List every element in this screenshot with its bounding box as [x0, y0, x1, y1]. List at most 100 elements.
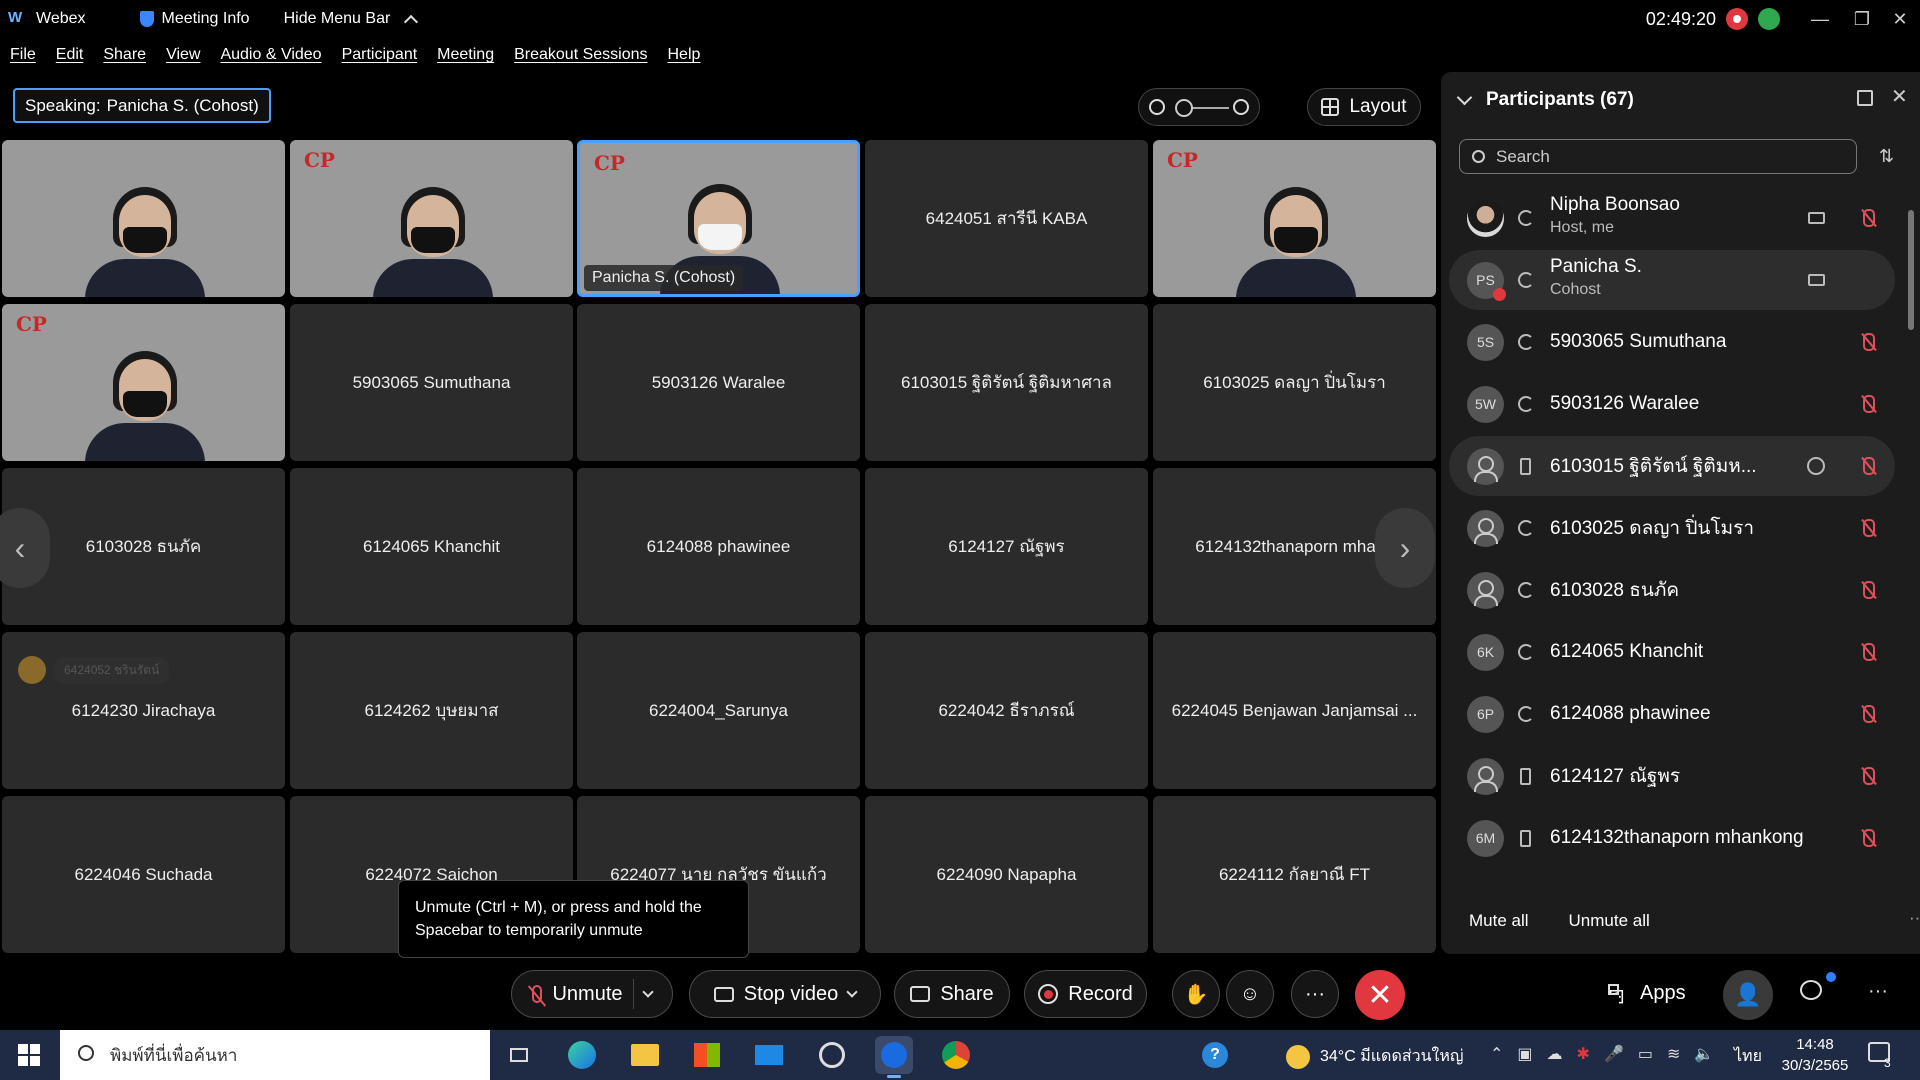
- stop-video-button[interactable]: Stop video: [689, 970, 881, 1018]
- video-tile[interactable]: 6124065 Khanchit: [290, 468, 573, 625]
- webex-taskbar-icon[interactable]: [875, 1036, 913, 1078]
- minimize-icon[interactable]: —: [1800, 0, 1840, 38]
- network-health-icon[interactable]: [1758, 8, 1780, 30]
- chevron-up-icon[interactable]: ⌃: [1490, 1044, 1503, 1064]
- mic-muted-icon[interactable]: [1861, 394, 1877, 414]
- participant-row[interactable]: Nipha Boonsao Host, me: [1449, 188, 1895, 248]
- mic-muted-icon[interactable]: [1861, 208, 1877, 228]
- mic-muted-icon[interactable]: [1861, 518, 1877, 538]
- participant-row[interactable]: PS Panicha S. Cohost: [1449, 250, 1895, 310]
- zoom-out-icon[interactable]: [1149, 99, 1165, 115]
- more-button[interactable]: ···: [1291, 970, 1339, 1018]
- battery-icon[interactable]: ▭: [1638, 1044, 1653, 1064]
- menu-audio-video[interactable]: Audio & Video: [220, 46, 321, 64]
- video-tile[interactable]: 6124262 บุษยมาส: [290, 632, 573, 789]
- video-tile[interactable]: 6224046 Suchada: [2, 796, 285, 953]
- leave-meeting-button[interactable]: ✕: [1355, 970, 1405, 1020]
- weather-widget[interactable]: 34°C มีแดดส่วนใหญ่: [1286, 1044, 1464, 1069]
- mic-muted-icon[interactable]: [1861, 332, 1877, 352]
- chrome-icon[interactable]: [937, 1036, 975, 1074]
- sort-icon[interactable]: ⇅: [1879, 146, 1894, 167]
- video-tile[interactable]: 6224004_Sarunya: [577, 632, 860, 789]
- mic-muted-icon[interactable]: [1861, 704, 1877, 724]
- participant-row[interactable]: 6103028 ธนภัค: [1449, 560, 1895, 620]
- participant-row[interactable]: 6103025 ดลญา ปิ่นโมรา: [1449, 498, 1895, 558]
- more-options-icon[interactable]: ···: [1909, 908, 1920, 928]
- previous-page-button[interactable]: ‹: [0, 508, 50, 588]
- participant-search-input[interactable]: Search: [1459, 139, 1857, 174]
- share-button[interactable]: Share: [894, 970, 1010, 1018]
- video-tile[interactable]: 6224090 Napapha: [865, 796, 1148, 953]
- edge-icon[interactable]: [563, 1036, 601, 1074]
- store-icon[interactable]: [688, 1036, 726, 1074]
- close-panel-icon[interactable]: ✕: [1891, 84, 1908, 109]
- restore-icon[interactable]: ❐: [1842, 0, 1882, 38]
- wifi-icon[interactable]: ≋: [1667, 1044, 1680, 1064]
- video-tile[interactable]: 6224112 กัลยาณี FT: [1153, 796, 1436, 953]
- unmute-button[interactable]: Unmute: [511, 970, 673, 1018]
- video-tile[interactable]: CP: [290, 140, 573, 297]
- meeting-info-button[interactable]: Meeting Info: [139, 10, 250, 28]
- participant-row[interactable]: 6K 6124065 Khanchit: [1449, 622, 1895, 682]
- chevron-down-icon[interactable]: [641, 986, 654, 998]
- file-explorer-icon[interactable]: [626, 1036, 664, 1074]
- mic-muted-icon[interactable]: [1861, 580, 1877, 600]
- popout-icon[interactable]: [1857, 90, 1873, 106]
- video-tile[interactable]: 6124230 Jirachaya 6424052 ชรินรัตน์: [2, 632, 285, 789]
- mic-muted-icon[interactable]: [1861, 766, 1877, 786]
- windows-start-icon[interactable]: [18, 1044, 40, 1066]
- unmute-all-button[interactable]: Unmute all: [1569, 911, 1650, 931]
- hide-menu-bar-button[interactable]: Hide Menu Bar: [284, 10, 419, 30]
- mail-icon[interactable]: [750, 1036, 788, 1074]
- video-tile[interactable]: 5903065 Sumuthana: [290, 304, 573, 461]
- video-tile[interactable]: 6424051 สารีนี KABA: [865, 140, 1148, 297]
- tray-app-icon[interactable]: ▣: [1517, 1044, 1532, 1064]
- collapse-chevron-icon[interactable]: [1456, 89, 1473, 105]
- taskbar-clock[interactable]: 14:48 30/3/2565: [1760, 1034, 1870, 1076]
- participant-row[interactable]: 6M 6124132thanaporn mhankong: [1449, 808, 1895, 868]
- taskbar-search-input[interactable]: พิมพ์ที่นี่เพื่อค้นหา: [60, 1030, 490, 1080]
- menu-share[interactable]: Share: [103, 46, 146, 64]
- more-options-icon[interactable]: ···: [1868, 980, 1888, 1003]
- video-tile[interactable]: 6224045 Benjawan Janjamsai ...: [1153, 632, 1436, 789]
- participant-row[interactable]: 6P 6124088 phawinee: [1449, 684, 1895, 744]
- video-tile[interactable]: CP Panicha S. (Cohost): [577, 140, 860, 297]
- mute-all-button[interactable]: Mute all: [1469, 911, 1529, 931]
- chat-icon[interactable]: [1807, 457, 1825, 475]
- reactions-button[interactable]: ☺: [1226, 970, 1274, 1018]
- recording-indicator-icon[interactable]: [1726, 8, 1748, 30]
- language-indicator[interactable]: ไทย: [1734, 1044, 1762, 1069]
- chat-button[interactable]: [1800, 980, 1822, 1000]
- participant-row[interactable]: 5S 5903065 Sumuthana: [1449, 312, 1895, 372]
- mic-muted-icon[interactable]: [1861, 456, 1877, 476]
- volume-icon[interactable]: 🔈: [1694, 1044, 1714, 1064]
- menu-meeting[interactable]: Meeting: [437, 46, 494, 64]
- menu-file[interactable]: File: [10, 46, 36, 64]
- zoom-in-icon[interactable]: [1233, 99, 1249, 115]
- zoom-slider-handle[interactable]: [1175, 99, 1193, 117]
- record-button[interactable]: Record: [1024, 970, 1147, 1018]
- menu-help[interactable]: Help: [668, 46, 701, 64]
- video-tile[interactable]: 6103015 ฐิติรัตน์ ฐิติมหาศาล: [865, 304, 1148, 461]
- zoom-control[interactable]: [1138, 88, 1260, 126]
- layout-button[interactable]: Layout: [1307, 88, 1421, 126]
- raise-hand-button[interactable]: ✋: [1172, 970, 1220, 1018]
- participant-row[interactable]: 6103015 ฐิติรัตน์ ฐิติมห...: [1449, 436, 1895, 496]
- video-tile[interactable]: 6103025 ดลญา ปิ่นโมรา: [1153, 304, 1436, 461]
- participant-row[interactable]: 5W 5903126 Waralee: [1449, 374, 1895, 434]
- video-tile[interactable]: [2, 140, 285, 297]
- participants-toggle-button[interactable]: 👤: [1723, 970, 1773, 1020]
- close-window-icon[interactable]: ✕: [1880, 0, 1920, 38]
- next-page-button[interactable]: ›: [1375, 508, 1435, 588]
- mic-muted-icon[interactable]: [1861, 642, 1877, 662]
- video-tile[interactable]: 6124088 phawinee: [577, 468, 860, 625]
- menu-edit[interactable]: Edit: [56, 46, 84, 64]
- apps-button[interactable]: ⊞ Apps: [1608, 982, 1686, 1008]
- participant-row[interactable]: 6124127 ณัฐพร: [1449, 746, 1895, 806]
- participant-scrollbar[interactable]: [1906, 190, 1916, 900]
- mic-muted-icon[interactable]: [1861, 828, 1877, 848]
- video-tile[interactable]: 5903126 Waralee: [577, 304, 860, 461]
- menu-breakout[interactable]: Breakout Sessions: [514, 46, 647, 64]
- mic-icon[interactable]: 🎤: [1604, 1044, 1624, 1064]
- video-tile[interactable]: CP: [1153, 140, 1436, 297]
